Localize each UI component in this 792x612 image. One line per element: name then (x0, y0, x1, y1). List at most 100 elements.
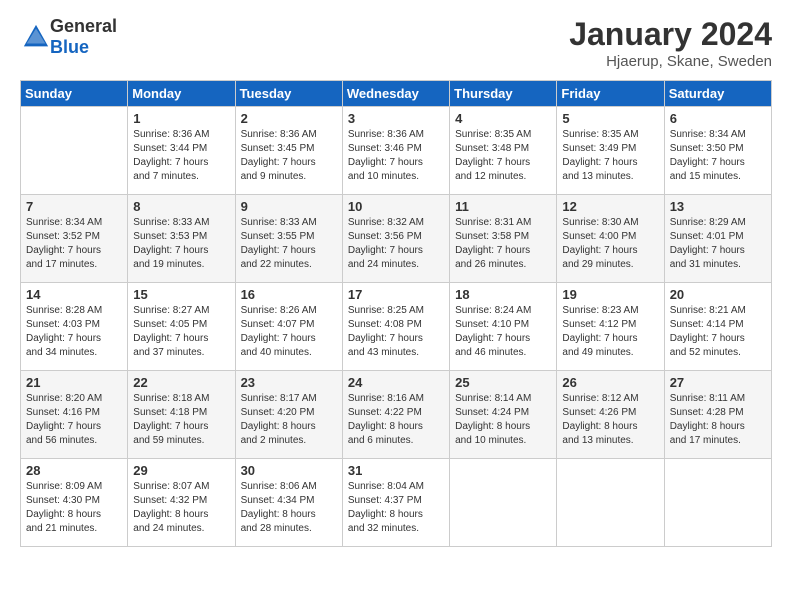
table-row: 12 Sunrise: 8:30 AM Sunset: 4:00 PM Dayli… (557, 195, 664, 283)
day-number: 30 (241, 463, 337, 478)
table-row: 3 Sunrise: 8:36 AM Sunset: 3:46 PM Daylig… (342, 107, 449, 195)
table-row: 17 Sunrise: 8:25 AM Sunset: 4:08 PM Dayli… (342, 283, 449, 371)
col-tuesday: Tuesday (235, 81, 342, 107)
table-row: 19 Sunrise: 8:23 AM Sunset: 4:12 PM Dayli… (557, 283, 664, 371)
day-number: 19 (562, 287, 658, 302)
day-info: Sunrise: 8:26 AM Sunset: 4:07 PM Dayligh… (241, 304, 337, 360)
day-info: Sunrise: 8:35 AM Sunset: 3:49 PM Dayligh… (562, 128, 658, 184)
header: General Blue January 2024 Hjaerup, Skane… (20, 16, 772, 70)
day-number: 18 (455, 287, 551, 302)
day-info: Sunrise: 8:16 AM Sunset: 4:22 PM Dayligh… (348, 392, 444, 448)
table-row: 26Sunrise: 8:12 AM Sunset: 4:26 PM Dayli… (557, 371, 664, 459)
title-area: January 2024 Hjaerup, Skane, Sweden (569, 16, 772, 70)
day-number: 6 (670, 111, 766, 126)
day-info: Sunrise: 8:34 AM Sunset: 3:52 PM Dayligh… (26, 216, 122, 272)
day-number: 24 (348, 375, 444, 390)
calendar-week-row: 1Sunrise: 8:36 AM Sunset: 3:44 PM Daylig… (21, 107, 772, 195)
day-info: Sunrise: 8:34 AM Sunset: 3:50 PM Dayligh… (670, 128, 766, 184)
table-row (557, 459, 664, 547)
col-saturday: Saturday (664, 81, 771, 107)
day-info: Sunrise: 8:07 AM Sunset: 4:32 PM Dayligh… (133, 480, 229, 536)
day-info: Sunrise: 8:04 AM Sunset: 4:37 PM Dayligh… (348, 480, 444, 536)
day-number: 11 (455, 199, 551, 214)
table-row: 23Sunrise: 8:17 AM Sunset: 4:20 PM Dayli… (235, 371, 342, 459)
table-row: 11 Sunrise: 8:31 AM Sunset: 3:58 PM Dayli… (450, 195, 557, 283)
table-row (664, 459, 771, 547)
day-info: Sunrise: 8:25 AM Sunset: 4:08 PM Dayligh… (348, 304, 444, 360)
table-row: 1Sunrise: 8:36 AM Sunset: 3:44 PM Daylig… (128, 107, 235, 195)
day-number: 25 (455, 375, 551, 390)
logo-blue: Blue (50, 37, 89, 57)
table-row (450, 459, 557, 547)
day-number: 20 (670, 287, 766, 302)
day-number: 16 (241, 287, 337, 302)
table-row: 2 Sunrise: 8:36 AM Sunset: 3:45 PM Daylig… (235, 107, 342, 195)
day-number: 9 (241, 199, 337, 214)
table-row: 21Sunrise: 8:20 AM Sunset: 4:16 PM Dayli… (21, 371, 128, 459)
day-number: 12 (562, 199, 658, 214)
day-number: 14 (26, 287, 122, 302)
table-row: 7 Sunrise: 8:34 AM Sunset: 3:52 PM Daylig… (21, 195, 128, 283)
day-number: 31 (348, 463, 444, 478)
day-info: Sunrise: 8:11 AM Sunset: 4:28 PM Dayligh… (670, 392, 766, 448)
table-row: 5Sunrise: 8:35 AM Sunset: 3:49 PM Daylig… (557, 107, 664, 195)
day-number: 7 (26, 199, 122, 214)
calendar-week-row: 21Sunrise: 8:20 AM Sunset: 4:16 PM Dayli… (21, 371, 772, 459)
col-wednesday: Wednesday (342, 81, 449, 107)
day-number: 3 (348, 111, 444, 126)
table-row: 28 Sunrise: 8:09 AM Sunset: 4:30 PM Dayli… (21, 459, 128, 547)
col-sunday: Sunday (21, 81, 128, 107)
location-title: Hjaerup, Skane, Sweden (569, 53, 772, 70)
day-info: Sunrise: 8:35 AM Sunset: 3:48 PM Dayligh… (455, 128, 551, 184)
col-monday: Monday (128, 81, 235, 107)
col-friday: Friday (557, 81, 664, 107)
day-info: Sunrise: 8:23 AM Sunset: 4:12 PM Dayligh… (562, 304, 658, 360)
table-row: 24 Sunrise: 8:16 AM Sunset: 4:22 PM Dayli… (342, 371, 449, 459)
table-row: 6 Sunrise: 8:34 AM Sunset: 3:50 PM Daylig… (664, 107, 771, 195)
month-title: January 2024 (569, 16, 772, 53)
table-row: 20Sunrise: 8:21 AM Sunset: 4:14 PM Dayli… (664, 283, 771, 371)
day-info: Sunrise: 8:36 AM Sunset: 3:45 PM Dayligh… (241, 128, 337, 184)
logo-general: General (50, 16, 117, 36)
page: General Blue January 2024 Hjaerup, Skane… (0, 0, 792, 612)
table-row: 10Sunrise: 8:32 AM Sunset: 3:56 PM Dayli… (342, 195, 449, 283)
day-number: 22 (133, 375, 229, 390)
day-info: Sunrise: 8:36 AM Sunset: 3:44 PM Dayligh… (133, 128, 229, 184)
day-info: Sunrise: 8:12 AM Sunset: 4:26 PM Dayligh… (562, 392, 658, 448)
col-thursday: Thursday (450, 81, 557, 107)
day-info: Sunrise: 8:28 AM Sunset: 4:03 PM Dayligh… (26, 304, 122, 360)
calendar-week-row: 14 Sunrise: 8:28 AM Sunset: 4:03 PM Dayli… (21, 283, 772, 371)
day-info: Sunrise: 8:17 AM Sunset: 4:20 PM Dayligh… (241, 392, 337, 448)
table-row: 15Sunrise: 8:27 AM Sunset: 4:05 PM Dayli… (128, 283, 235, 371)
day-number: 28 (26, 463, 122, 478)
calendar-week-row: 7 Sunrise: 8:34 AM Sunset: 3:52 PM Daylig… (21, 195, 772, 283)
table-row: 13 Sunrise: 8:29 AM Sunset: 4:01 PM Dayli… (664, 195, 771, 283)
day-info: Sunrise: 8:27 AM Sunset: 4:05 PM Dayligh… (133, 304, 229, 360)
day-info: Sunrise: 8:36 AM Sunset: 3:46 PM Dayligh… (348, 128, 444, 184)
day-number: 21 (26, 375, 122, 390)
day-number: 4 (455, 111, 551, 126)
day-number: 17 (348, 287, 444, 302)
table-row: 31 Sunrise: 8:04 AM Sunset: 4:37 PM Dayli… (342, 459, 449, 547)
day-info: Sunrise: 8:24 AM Sunset: 4:10 PM Dayligh… (455, 304, 551, 360)
day-info: Sunrise: 8:32 AM Sunset: 3:56 PM Dayligh… (348, 216, 444, 272)
table-row: 14 Sunrise: 8:28 AM Sunset: 4:03 PM Dayli… (21, 283, 128, 371)
table-row: 9Sunrise: 8:33 AM Sunset: 3:55 PM Daylig… (235, 195, 342, 283)
day-number: 13 (670, 199, 766, 214)
table-row: 29 Sunrise: 8:07 AM Sunset: 4:32 PM Dayli… (128, 459, 235, 547)
table-row: 18 Sunrise: 8:24 AM Sunset: 4:10 PM Dayli… (450, 283, 557, 371)
day-info: Sunrise: 8:18 AM Sunset: 4:18 PM Dayligh… (133, 392, 229, 448)
logo: General Blue (20, 16, 117, 58)
day-info: Sunrise: 8:33 AM Sunset: 3:53 PM Dayligh… (133, 216, 229, 272)
day-info: Sunrise: 8:06 AM Sunset: 4:34 PM Dayligh… (241, 480, 337, 536)
table-row: 25 Sunrise: 8:14 AM Sunset: 4:24 PM Dayli… (450, 371, 557, 459)
day-info: Sunrise: 8:30 AM Sunset: 4:00 PM Dayligh… (562, 216, 658, 272)
day-number: 29 (133, 463, 229, 478)
calendar-week-row: 28 Sunrise: 8:09 AM Sunset: 4:30 PM Dayli… (21, 459, 772, 547)
day-info: Sunrise: 8:14 AM Sunset: 4:24 PM Dayligh… (455, 392, 551, 448)
day-info: Sunrise: 8:29 AM Sunset: 4:01 PM Dayligh… (670, 216, 766, 272)
day-info: Sunrise: 8:09 AM Sunset: 4:30 PM Dayligh… (26, 480, 122, 536)
day-info: Sunrise: 8:31 AM Sunset: 3:58 PM Dayligh… (455, 216, 551, 272)
table-row: 4 Sunrise: 8:35 AM Sunset: 3:48 PM Daylig… (450, 107, 557, 195)
day-number: 2 (241, 111, 337, 126)
